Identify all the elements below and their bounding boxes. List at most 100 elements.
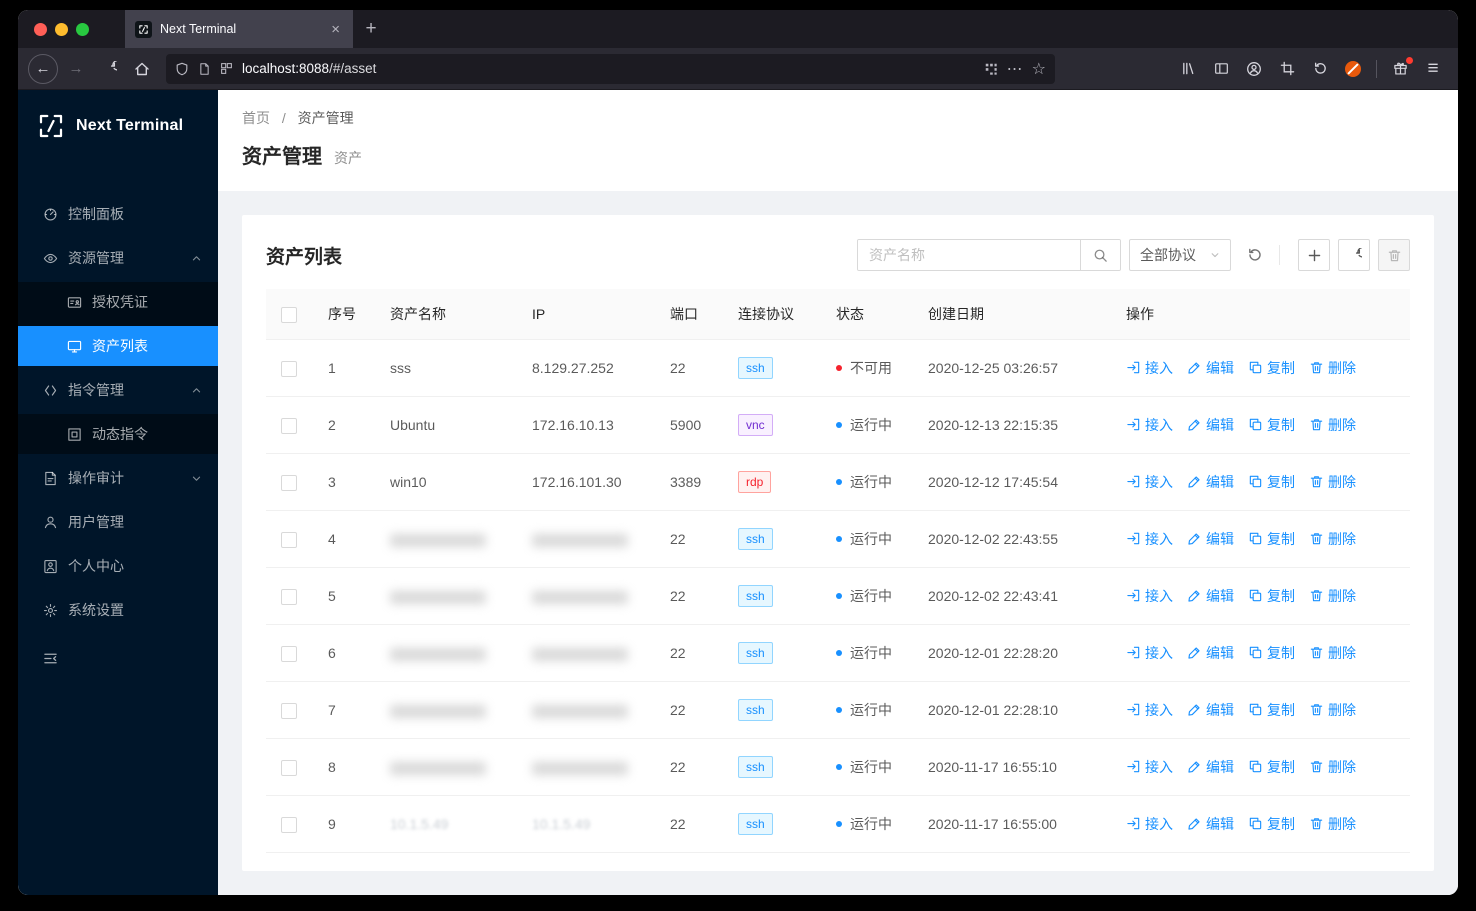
copy-link[interactable]: 复制 <box>1248 700 1295 720</box>
back-button[interactable]: ← <box>28 53 58 84</box>
minimize-window-button[interactable] <box>55 22 68 36</box>
sidebar-item[interactable]: 授权凭证 <box>18 282 218 322</box>
access-link[interactable]: 接入 <box>1126 358 1173 378</box>
delete-link[interactable]: 删除 <box>1309 586 1356 606</box>
row-checkbox[interactable] <box>281 360 297 377</box>
sync-button[interactable] <box>1239 239 1271 271</box>
app-logo[interactable]: Next Terminal <box>18 90 218 162</box>
access-link[interactable]: 接入 <box>1126 529 1173 549</box>
add-asset-button[interactable] <box>1298 239 1330 271</box>
access-icon <box>1126 360 1141 375</box>
row-checkbox[interactable] <box>281 588 297 605</box>
access-link[interactable]: 接入 <box>1126 586 1173 606</box>
bookmark-star-icon[interactable]: ☆ <box>1032 59 1046 79</box>
delete-link[interactable]: 删除 <box>1309 814 1356 834</box>
row-checkbox[interactable] <box>281 816 297 833</box>
search-input[interactable] <box>858 240 1080 270</box>
sidebar-item[interactable]: 资产列表 <box>18 326 218 366</box>
refresh-button[interactable] <box>1338 239 1370 271</box>
chevron-down-icon <box>1210 250 1220 260</box>
forward-button[interactable]: → <box>61 54 91 84</box>
batch-delete-button[interactable] <box>1378 239 1410 271</box>
blurred-text <box>390 704 486 718</box>
row-checkbox[interactable] <box>281 474 297 491</box>
sidebar-item[interactable]: 系统设置 <box>18 590 218 630</box>
sidebar-item[interactable]: 个人中心 <box>18 546 218 586</box>
home-button[interactable] <box>127 54 157 84</box>
access-link[interactable]: 接入 <box>1126 472 1173 492</box>
delete-link[interactable]: 删除 <box>1309 529 1356 549</box>
zoom-window-button[interactable] <box>76 22 89 36</box>
restore-session-button[interactable] <box>1305 54 1335 84</box>
copy-link[interactable]: 复制 <box>1248 415 1295 435</box>
access-link[interactable]: 接入 <box>1126 415 1173 435</box>
account-button[interactable] <box>1239 54 1269 84</box>
screenshot-crop-button[interactable] <box>1272 54 1302 84</box>
delete-link[interactable]: 删除 <box>1309 358 1356 378</box>
sidebar-item[interactable]: 控制面板 <box>18 194 218 234</box>
site-permissions-icon[interactable] <box>220 62 233 75</box>
row-checkbox[interactable] <box>281 417 297 434</box>
edit-link[interactable]: 编辑 <box>1187 643 1234 663</box>
app-menu-button[interactable]: ≡ <box>1418 54 1448 84</box>
sidebar-item[interactable]: 动态指令 <box>18 414 218 454</box>
column-header: 连接协议 <box>722 289 820 340</box>
sidebars-button[interactable] <box>1206 54 1236 84</box>
edit-link[interactable]: 编辑 <box>1187 529 1234 549</box>
edit-link[interactable]: 编辑 <box>1187 415 1234 435</box>
delete-link[interactable]: 删除 <box>1309 472 1356 492</box>
edit-link[interactable]: 编辑 <box>1187 586 1234 606</box>
page-actions-icon[interactable]: ⋯ <box>1007 59 1023 79</box>
access-link[interactable]: 接入 <box>1126 643 1173 663</box>
select-all-checkbox[interactable] <box>281 306 297 323</box>
copy-link[interactable]: 复制 <box>1248 529 1295 549</box>
app-sidebar: Next Terminal 控制面板 资源管理 授权凭证 资产列表 指令管理 动态指令 操作… <box>18 90 218 895</box>
copy-link[interactable]: 复制 <box>1248 814 1295 834</box>
sidebar-item[interactable]: 指令管理 <box>18 370 218 410</box>
delete-link[interactable]: 删除 <box>1309 700 1356 720</box>
tracking-protection-shield-icon[interactable] <box>175 62 189 76</box>
breadcrumb-home-link[interactable]: 首页 <box>242 110 270 126</box>
library-button[interactable] <box>1173 54 1203 84</box>
row-checkbox[interactable] <box>281 702 297 719</box>
search-button[interactable] <box>1080 240 1120 270</box>
edit-link[interactable]: 编辑 <box>1187 700 1234 720</box>
table-header-row: 序号 资产名称 IP 端口 连接协议 状态 创建日期 操作 <box>266 289 1410 340</box>
whats-new-gift-button[interactable] <box>1385 54 1415 84</box>
edit-link[interactable]: 编辑 <box>1187 757 1234 777</box>
highlights-grid-icon[interactable] <box>984 62 998 76</box>
row-checkbox[interactable] <box>281 759 297 776</box>
profile-icon <box>42 559 58 574</box>
cell-created-date: 2020-11-17 16:55:00 <box>912 795 1110 853</box>
tab-close-icon[interactable]: × <box>328 20 343 39</box>
sidebar-item[interactable]: 用户管理 <box>18 502 218 542</box>
edit-link[interactable]: 编辑 <box>1187 472 1234 492</box>
access-link[interactable]: 接入 <box>1126 700 1173 720</box>
copy-link[interactable]: 复制 <box>1248 757 1295 777</box>
delete-link[interactable]: 删除 <box>1309 643 1356 663</box>
protocol-filter-select[interactable]: 全部协议 <box>1129 239 1231 271</box>
cell-index: 6 <box>312 624 374 682</box>
access-link[interactable]: 接入 <box>1126 757 1173 777</box>
row-checkbox[interactable] <box>281 645 297 662</box>
menu-collapse-button[interactable] <box>18 638 218 678</box>
url-bar[interactable]: localhost:8088/#/asset ⋯ ☆ <box>166 53 1055 84</box>
copy-link[interactable]: 复制 <box>1248 643 1295 663</box>
content-blocker-extension-button[interactable] <box>1338 54 1368 84</box>
delete-link[interactable]: 删除 <box>1309 757 1356 777</box>
delete-link[interactable]: 删除 <box>1309 415 1356 435</box>
copy-link[interactable]: 复制 <box>1248 472 1295 492</box>
browser-tab[interactable]: Next Terminal × <box>125 10 353 48</box>
edit-link[interactable]: 编辑 <box>1187 814 1234 834</box>
copy-link[interactable]: 复制 <box>1248 586 1295 606</box>
row-checkbox[interactable] <box>281 531 297 548</box>
site-info-page-icon[interactable] <box>198 62 211 76</box>
sidebar-item[interactable]: 操作审计 <box>18 458 218 498</box>
sidebar-item[interactable]: 资源管理 <box>18 238 218 278</box>
reload-button[interactable] <box>94 54 124 84</box>
access-link[interactable]: 接入 <box>1126 814 1173 834</box>
new-tab-button[interactable]: + <box>353 10 389 48</box>
close-window-button[interactable] <box>34 22 47 36</box>
copy-link[interactable]: 复制 <box>1248 358 1295 378</box>
edit-link[interactable]: 编辑 <box>1187 358 1234 378</box>
